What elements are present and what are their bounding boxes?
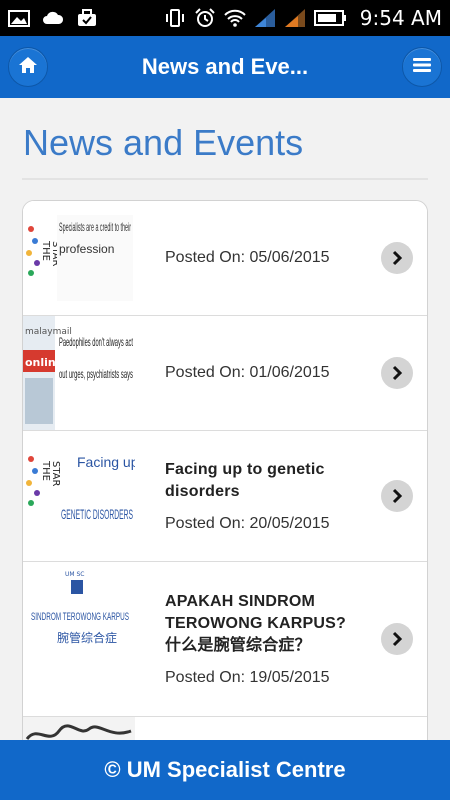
- news-thumbnail: THE STAR Facing up to GENETIC DISORDERS: [23, 431, 135, 561]
- news-list: THE STAR Specialists are a credit to the…: [22, 200, 428, 740]
- svg-text:SINDROM TEROWONG KARPUS: SINDROM TEROWONG KARPUS: [31, 611, 129, 623]
- svg-text:online: online: [25, 356, 63, 369]
- news-item[interactable]: UM SC SINDROM TEROWONG KARPUS 腕管综合症 APAK…: [23, 562, 427, 717]
- wifi-icon: [224, 8, 246, 28]
- signal-icon: [284, 8, 306, 28]
- news-title: APAKAH SINDROM TEROWONG KARPUS? 什么是腕管综合症…: [165, 593, 346, 654]
- hamburger-menu-icon: [412, 57, 432, 78]
- svg-text:GENETIC DISORDERS: GENETIC DISORDERS: [61, 506, 133, 522]
- svg-text:STAR: STAR: [50, 461, 61, 487]
- svg-text:THE: THE: [40, 240, 51, 261]
- news-thumbnail: UM SC SINDROM TEROWONG KARPUS 腕管综合症: [23, 562, 135, 716]
- news-thumbnail: THE STAR Specialists are a credit to the…: [23, 201, 135, 315]
- home-icon: [18, 56, 38, 79]
- svg-text:THE: THE: [40, 460, 51, 481]
- footer: © UM Specialist Centre: [0, 740, 450, 800]
- chevron-right-icon[interactable]: [381, 623, 413, 655]
- status-bar: 9:54 AM: [0, 0, 450, 36]
- app-title: News and Eve...: [141, 54, 309, 79]
- gallery-icon: [8, 8, 30, 28]
- news-item[interactable]: [23, 717, 427, 740]
- chevron-right-icon[interactable]: [381, 242, 413, 274]
- svg-text:Paedophiles don't always act: Paedophiles don't always act: [59, 335, 133, 349]
- chevron-right-icon[interactable]: [381, 480, 413, 512]
- svg-text:UM SC: UM SC: [65, 571, 84, 578]
- vibrate-icon: [164, 8, 186, 28]
- heading-divider: [22, 178, 428, 180]
- cloud-icon: [42, 8, 64, 28]
- battery-icon: [313, 8, 348, 28]
- news-date: Posted On: 20/05/2015: [165, 515, 330, 532]
- news-date: Posted On: 19/05/2015: [165, 669, 330, 686]
- svg-text:Facing up to: Facing up to: [77, 454, 135, 470]
- briefcase-icon: [76, 8, 98, 28]
- alarm-icon: [194, 8, 216, 28]
- content-area[interactable]: News and Events THE STAR Specialists are…: [0, 98, 450, 740]
- footer-copyright: © UM Specialist Centre: [104, 757, 346, 782]
- news-date: Posted On: 01/06/2015: [165, 364, 330, 381]
- home-button[interactable]: [8, 47, 48, 87]
- app-bar: News and Eve...: [0, 36, 450, 98]
- signal-icon: [254, 8, 276, 28]
- news-date: Posted On: 05/06/2015: [165, 249, 330, 266]
- status-time: 9:54 AM: [359, 6, 442, 30]
- news-item[interactable]: THE STAR Specialists are a credit to the…: [23, 201, 427, 316]
- news-item[interactable]: malaymail online Paedophiles don't alway…: [23, 316, 427, 431]
- news-thumbnail: [23, 717, 135, 740]
- svg-text:腕管综合症: 腕管综合症: [57, 630, 117, 645]
- news-text: [135, 717, 427, 740]
- svg-text:out urges, psychiatrists says: out urges, psychiatrists says: [59, 367, 133, 381]
- news-item[interactable]: THE STAR Facing up to GENETIC DISORDERS …: [23, 431, 427, 562]
- menu-button[interactable]: [402, 47, 442, 87]
- news-title: Facing up to genetic disorders: [165, 461, 325, 500]
- chevron-right-icon[interactable]: [381, 357, 413, 389]
- news-thumbnail: malaymail online Paedophiles don't alway…: [23, 316, 135, 430]
- svg-text:profession: profession: [59, 242, 114, 256]
- svg-text:Specialists are a credit to th: Specialists are a credit to their: [59, 220, 131, 234]
- page-heading: News and Events: [23, 122, 304, 163]
